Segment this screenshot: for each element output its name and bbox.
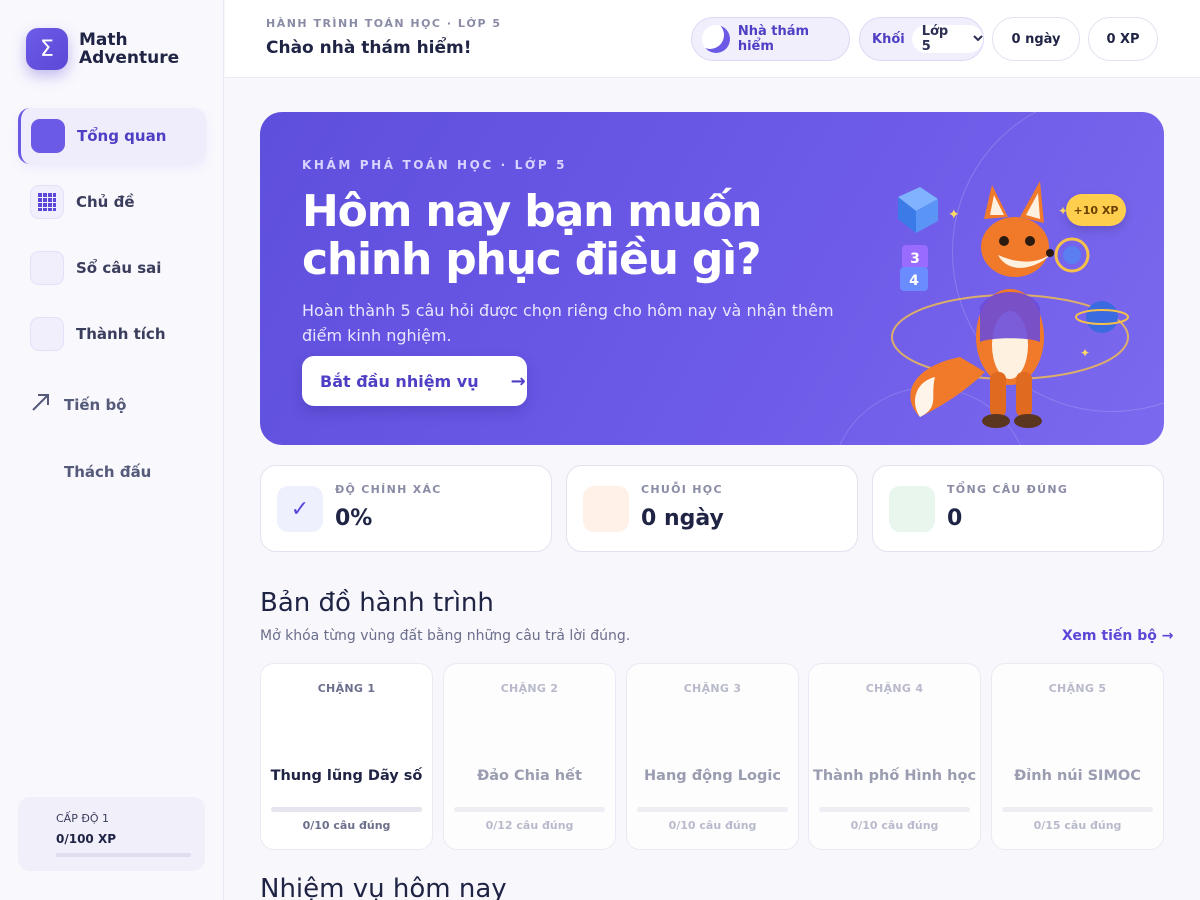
greeting: Chào nhà thám hiểm! — [266, 38, 472, 58]
arrow-up-right-icon — [30, 391, 64, 419]
stage-name: Đảo Chia hết — [477, 768, 582, 784]
cube-icon — [898, 187, 938, 233]
stat-label: TỔNG CÂU ĐÚNG — [947, 483, 1069, 496]
missions-title: Nhiệm vụ hôm nay — [260, 874, 507, 900]
grade-select[interactable]: Lớp 5 — [911, 24, 983, 54]
theme-label: Nhà thám hiểm — [737, 24, 810, 54]
streak-pill[interactable]: 0 ngày — [992, 17, 1080, 61]
planet-icon — [1075, 301, 1129, 333]
streak-value: 0 ngày — [1011, 31, 1061, 47]
journey-title: Bản đồ hành trình — [260, 588, 494, 618]
start-mission-button[interactable]: Bắt đầu nhiệm vụ → — [302, 356, 527, 406]
sidebar-item-label: Thành tích — [76, 325, 166, 343]
arrow-right-icon: → — [510, 370, 526, 392]
stage-number: CHẶNG 4 — [865, 682, 924, 695]
stage-progress: 0/15 câu đúng — [1033, 819, 1122, 832]
stat-value: 0% — [335, 506, 373, 531]
stage-progress-bar — [454, 807, 605, 812]
stage-card-4[interactable]: CHẶNG 4 Thành phố Hình học 0/10 câu đúng — [808, 663, 981, 850]
stage-number: CHẶNG 1 — [317, 682, 376, 695]
stat-value: 0 — [947, 506, 963, 531]
flame-icon — [583, 486, 629, 532]
svg-text:✦: ✦ — [1080, 346, 1090, 360]
stage-number: CHẶNG 2 — [500, 682, 559, 695]
start-mission-label: Bắt đầu nhiệm vụ — [320, 371, 479, 391]
stage-progress-bar — [1002, 807, 1153, 812]
theme-toggle[interactable]: Nhà thám hiểm — [691, 17, 850, 61]
stage-card-2[interactable]: CHẶNG 2 Đảo Chia hết 0/12 câu đúng — [443, 663, 616, 850]
stage-card-3[interactable]: CHẶNG 3 Hang động Logic 0/10 câu đúng — [626, 663, 799, 850]
svg-text:4: 4 — [909, 273, 919, 289]
svg-text:✦: ✦ — [948, 207, 960, 223]
sigma-logo-icon: Σ — [26, 28, 68, 70]
journey-subtitle: Mở khóa từng vùng đất bằng những câu trả… — [260, 628, 631, 644]
target-icon — [889, 486, 935, 532]
sidebar-item-topics[interactable]: Chủ đề — [18, 174, 206, 230]
xp-value: 0 XP — [1106, 31, 1140, 47]
hero-banner: KHÁM PHÁ TOÁN HỌC · LỚP 5 Hôm nay bạn mu… — [260, 112, 1164, 445]
stage-card-5[interactable]: CHẶNG 5 Đỉnh núi SIMOC 0/15 câu đúng — [991, 663, 1164, 850]
stage-name: Thung lũng Dãy số — [270, 768, 423, 784]
grade-picker: Khối Lớp 5 — [859, 17, 984, 61]
trophy-icon — [30, 317, 64, 351]
stage-progress-bar — [819, 807, 970, 812]
topbar: HÀNH TRÌNH TOÁN HỌC · LỚP 5 Chào nhà thá… — [225, 0, 1200, 78]
home-icon — [31, 119, 65, 153]
grade-label: Khối — [872, 31, 905, 47]
stage-card-1[interactable]: CHẶNG 1 Thung lũng Dãy số 0/10 câu đúng — [260, 663, 433, 850]
sidebar-item-label: Tổng quan — [77, 127, 167, 145]
stage-name: Hang động Logic — [644, 768, 781, 784]
hero-subtitle: Hoàn thành 5 câu hỏi được chọn riêng cho… — [302, 301, 834, 345]
stat-value: 0 ngày — [641, 506, 724, 531]
sidebar-item-label: Sổ câu sai — [76, 259, 162, 277]
stage-number: CHẶNG 5 — [1048, 682, 1107, 695]
stage-progress: 0/10 câu đúng — [302, 819, 391, 832]
view-progress-link[interactable]: Xem tiến bộ → — [1062, 628, 1173, 644]
sidebar-item-progress[interactable]: Tiến bộ — [18, 377, 206, 433]
xp-reward-badge: +10 XP — [1066, 194, 1126, 226]
stage-progress: 0/10 câu đúng — [668, 819, 757, 832]
stage-name: Đỉnh núi SIMOC — [1014, 768, 1141, 784]
stat-card-accuracy: ✓ ĐỘ CHÍNH XÁC 0% — [260, 465, 552, 552]
grade-value: Lớp 5 — [921, 24, 949, 54]
grid-icon — [30, 185, 64, 219]
sidebar: Σ Math Adventure Tổng quan Chủ đề Sổ câu… — [0, 0, 224, 900]
stage-progress-bar — [637, 807, 788, 812]
level-xp: 0/100 XP — [56, 832, 117, 846]
stage-progress-bar — [271, 807, 422, 812]
stat-label: CHUỖI HỌC — [641, 483, 723, 496]
moon-icon — [702, 25, 730, 53]
sidebar-item-overview[interactable]: Tổng quan — [18, 108, 206, 164]
check-icon: ✓ — [277, 486, 323, 532]
stage-progress: 0/10 câu đúng — [850, 819, 939, 832]
hero-kicker: KHÁM PHÁ TOÁN HỌC · LỚP 5 — [302, 158, 568, 172]
sidebar-item-challenge[interactable]: Thách đấu — [18, 444, 206, 500]
level-progress-bar — [56, 853, 191, 857]
sidebar-item-achievements[interactable]: Thành tích — [18, 306, 206, 362]
stage-name: Thành phố Hình học — [812, 768, 977, 784]
brand[interactable]: Σ Math Adventure — [26, 28, 189, 70]
sidebar-item-label: Chủ đề — [76, 193, 135, 211]
sidebar-item-label: Tiến bộ — [64, 396, 127, 414]
level-title: CẤP ĐỘ 1 — [56, 812, 110, 825]
stat-card-streak: CHUỖI HỌC 0 ngày — [566, 465, 858, 552]
hero-title: Hôm nay bạn muốn chinh phục điều gì? — [302, 186, 762, 285]
brand-name: Math Adventure — [79, 30, 180, 68]
svg-text:3: 3 — [910, 251, 920, 267]
level-card: CẤP ĐỘ 1 0/100 XP — [18, 797, 205, 871]
topbar-kicker: HÀNH TRÌNH TOÁN HỌC · LỚP 5 — [266, 17, 502, 30]
sidebar-item-mistakes[interactable]: Sổ câu sai — [18, 240, 206, 296]
chevron-down-icon — [973, 34, 983, 45]
stage-progress: 0/12 câu đúng — [485, 819, 574, 832]
xp-pill[interactable]: 0 XP — [1088, 17, 1158, 61]
stat-card-correct: TỔNG CÂU ĐÚNG 0 — [872, 465, 1164, 552]
stat-label: ĐỘ CHÍNH XÁC — [335, 483, 442, 496]
notebook-icon — [30, 251, 64, 285]
stage-number: CHẶNG 3 — [683, 682, 742, 695]
sidebar-item-label: Thách đấu — [64, 463, 152, 481]
